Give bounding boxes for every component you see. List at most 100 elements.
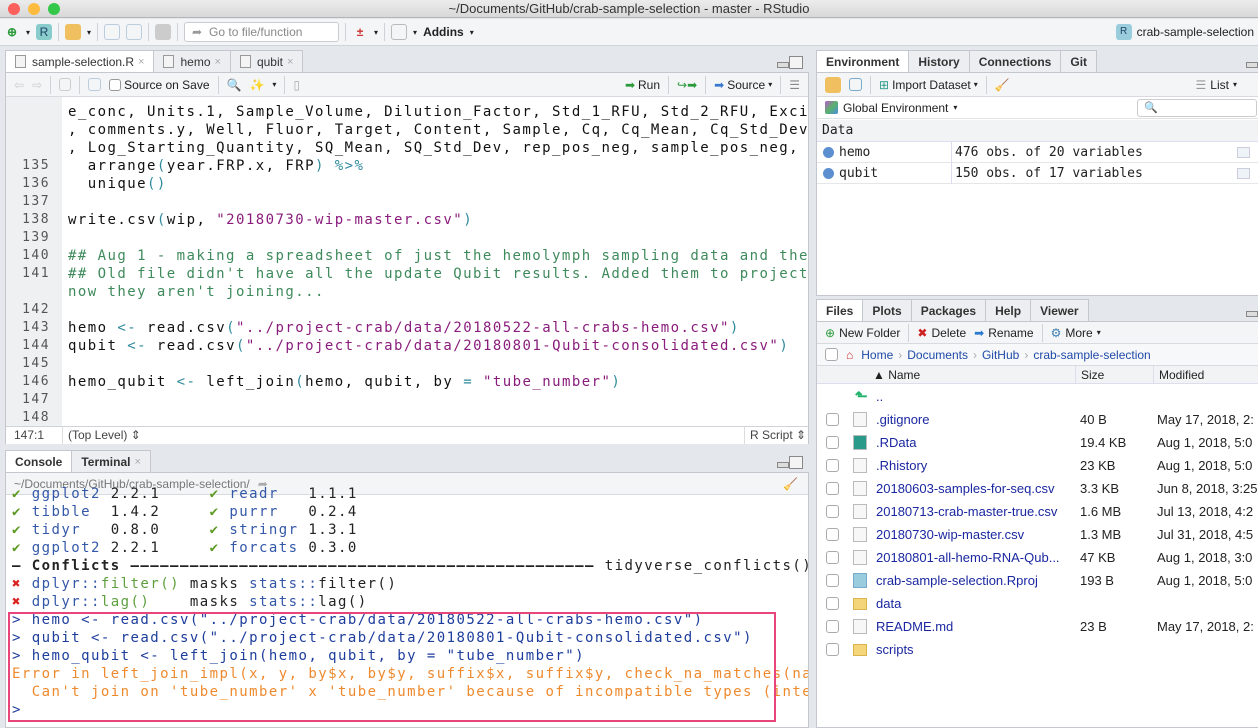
select-all-checkbox[interactable] — [825, 348, 838, 361]
file-checkbox[interactable] — [826, 574, 839, 587]
file-checkbox[interactable] — [826, 551, 839, 564]
environment-row[interactable]: hemo 476 obs. of 20 variables — [817, 142, 1258, 163]
file-name-link[interactable]: scripts — [876, 638, 914, 661]
breadcrumb-home[interactable]: Home — [861, 348, 893, 362]
breadcrumb-github[interactable]: GitHub — [982, 348, 1019, 362]
magic-wand-icon[interactable]: ✨ — [249, 78, 264, 92]
tab-help[interactable]: Help — [985, 299, 1032, 321]
tab-git[interactable]: Git — [1060, 50, 1098, 72]
close-window-button[interactable] — [8, 3, 20, 15]
minimize-window-button[interactable] — [28, 3, 40, 15]
file-row[interactable]: data — [817, 592, 1258, 615]
chevron-down-icon[interactable]: ▾ — [272, 80, 276, 89]
grid-layout-icon[interactable] — [391, 24, 408, 40]
close-tab-icon[interactable]: × — [138, 51, 144, 73]
file-checkbox[interactable] — [826, 436, 839, 449]
file-name-link[interactable]: README.md — [876, 615, 953, 638]
sort-by-modified[interactable]: Modified — [1153, 366, 1204, 384]
pane-minmax-buttons[interactable] — [1246, 56, 1258, 68]
more-menu[interactable]: ⚙ More ▾ — [1051, 326, 1101, 340]
rerun-icon[interactable]: ↪➡ — [677, 78, 697, 92]
close-tab-icon[interactable]: × — [287, 51, 293, 73]
environment-search-input[interactable]: 🔍 — [1137, 98, 1257, 117]
parent-directory-link[interactable]: .. — [876, 385, 883, 408]
view-table-icon[interactable] — [1237, 168, 1250, 179]
go-to-file-input[interactable]: ➦ Go to file/function — [184, 22, 340, 42]
file-name-link[interactable]: 20180713-crab-master-true.csv — [876, 500, 1057, 523]
version-control-icon[interactable]: ± — [352, 24, 368, 40]
file-row[interactable]: 20180603-samples-for-seq.csv 3.3 KB Jun 8,… — [817, 477, 1258, 500]
file-checkbox[interactable] — [826, 528, 839, 541]
run-button[interactable]: ➡ Run — [625, 78, 660, 92]
save-icon[interactable] — [104, 24, 121, 40]
source-button[interactable]: ➡ Source ▾ — [714, 78, 772, 92]
tab-environment[interactable]: Environment — [816, 50, 910, 72]
parent-directory-row[interactable]: ⬑.. — [817, 385, 1258, 408]
show-in-window-icon[interactable] — [59, 78, 72, 91]
broom-icon[interactable]: 🧹 — [995, 78, 1010, 92]
chevron-down-icon[interactable]: ▾ — [470, 28, 474, 37]
file-row[interactable]: .Rhistory 23 KB Aug 1, 2018, 5:0 — [817, 454, 1258, 477]
compile-report-icon[interactable]: ▯ — [293, 78, 300, 92]
search-icon[interactable]: 🔍 — [227, 78, 242, 92]
tab-plots[interactable]: Plots — [862, 299, 912, 321]
tab-qubit[interactable]: qubit × — [229, 50, 304, 73]
zoom-window-button[interactable] — [48, 3, 60, 15]
file-row[interactable]: scripts — [817, 638, 1258, 661]
console-output[interactable]: ✔ ggplot2 2.2.1 ✔ readr 1.1.1 ✔ tibble 1.… — [6, 486, 808, 727]
rename-button[interactable]: ➡ Rename — [974, 326, 1033, 340]
view-mode-dropdown[interactable]: ☰ List ▾ — [1196, 78, 1237, 92]
file-checkbox[interactable] — [826, 482, 839, 495]
tab-history[interactable]: History — [908, 50, 970, 72]
file-row[interactable]: 20180730-wip-master.csv 1.3 MB Jul 31, 201… — [817, 523, 1258, 546]
open-file-icon[interactable] — [65, 24, 82, 40]
file-name-link[interactable]: 20180730-wip-master.csv — [876, 523, 1024, 546]
tab-files[interactable]: Files — [816, 299, 864, 321]
home-icon[interactable]: ⌂ — [846, 348, 853, 362]
source-on-save-checkbox[interactable]: Source on Save — [109, 78, 210, 92]
file-checkbox[interactable] — [826, 505, 839, 518]
file-name-link[interactable]: crab-sample-selection.Rproj — [876, 569, 1038, 592]
chevron-down-icon[interactable]: ▾ — [87, 28, 91, 37]
tab-packages[interactable]: Packages — [910, 299, 987, 321]
file-row[interactable]: 20180801-all-hemo-RNA-Qub... 47 KB Aug 1, … — [817, 546, 1258, 569]
breadcrumb-crab-sample-selection[interactable]: crab-sample-selection — [1033, 348, 1150, 362]
new-folder-button[interactable]: ⊕ New Folder — [825, 326, 900, 340]
file-name-link[interactable]: 20180801-all-hemo-RNA-Qub... — [876, 546, 1060, 569]
file-name-link[interactable]: 20180603-samples-for-seq.csv — [876, 477, 1054, 500]
clear-console-icon[interactable]: 🧹 — [783, 477, 798, 491]
file-row[interactable]: README.md 23 B May 17, 2018, 2: — [817, 615, 1258, 638]
scope-selector[interactable]: (Top Level) ⇕ — [68, 427, 141, 444]
file-row[interactable]: crab-sample-selection.Rproj 193 B Aug 1, 2… — [817, 569, 1258, 592]
addins-menu[interactable]: Addins — [423, 25, 464, 39]
chevron-down-icon[interactable]: ▾ — [26, 28, 30, 37]
pane-minmax-buttons[interactable] — [1246, 305, 1258, 317]
file-name-link[interactable]: data — [876, 592, 901, 615]
save-workspace-icon[interactable] — [849, 78, 862, 91]
tab-console[interactable]: Console — [5, 450, 73, 472]
save-icon[interactable] — [88, 78, 102, 91]
close-tab-icon[interactable]: × — [215, 51, 221, 73]
environment-scope-dropdown[interactable]: Global Environment ▾ — [825, 101, 957, 115]
sort-by-size[interactable]: Size — [1075, 366, 1104, 384]
tab-sample-selection-r[interactable]: sample-selection.R × — [5, 50, 155, 73]
back-arrow-icon[interactable]: ⇦ — [14, 78, 24, 92]
file-checkbox[interactable] — [826, 597, 839, 610]
file-row[interactable]: .RData 19.4 KB Aug 1, 2018, 5:0 — [817, 431, 1258, 454]
expand-icon[interactable] — [823, 147, 834, 158]
filetype-selector[interactable]: R Script ⇕ — [750, 427, 806, 444]
save-all-icon[interactable] — [126, 24, 143, 40]
file-name-link[interactable]: .RData — [876, 431, 916, 454]
file-name-link[interactable]: .gitignore — [876, 408, 929, 431]
file-checkbox[interactable] — [826, 620, 839, 633]
project-menu[interactable]: R crab-sample-selection — [1115, 24, 1254, 40]
delete-button[interactable]: ✖ Delete — [917, 326, 966, 340]
tab-hemo[interactable]: hemo × — [153, 50, 231, 73]
file-checkbox[interactable] — [826, 459, 839, 472]
tab-connections[interactable]: Connections — [968, 50, 1062, 72]
breadcrumb-documents[interactable]: Documents — [907, 348, 968, 362]
tab-viewer[interactable]: Viewer — [1030, 299, 1089, 321]
file-checkbox[interactable] — [826, 643, 839, 656]
sort-by-name[interactable]: ▲ Name — [873, 366, 920, 384]
code-editor[interactable]: e_conc, Units.1, Sample_Volume, Dilution… — [6, 97, 808, 427]
